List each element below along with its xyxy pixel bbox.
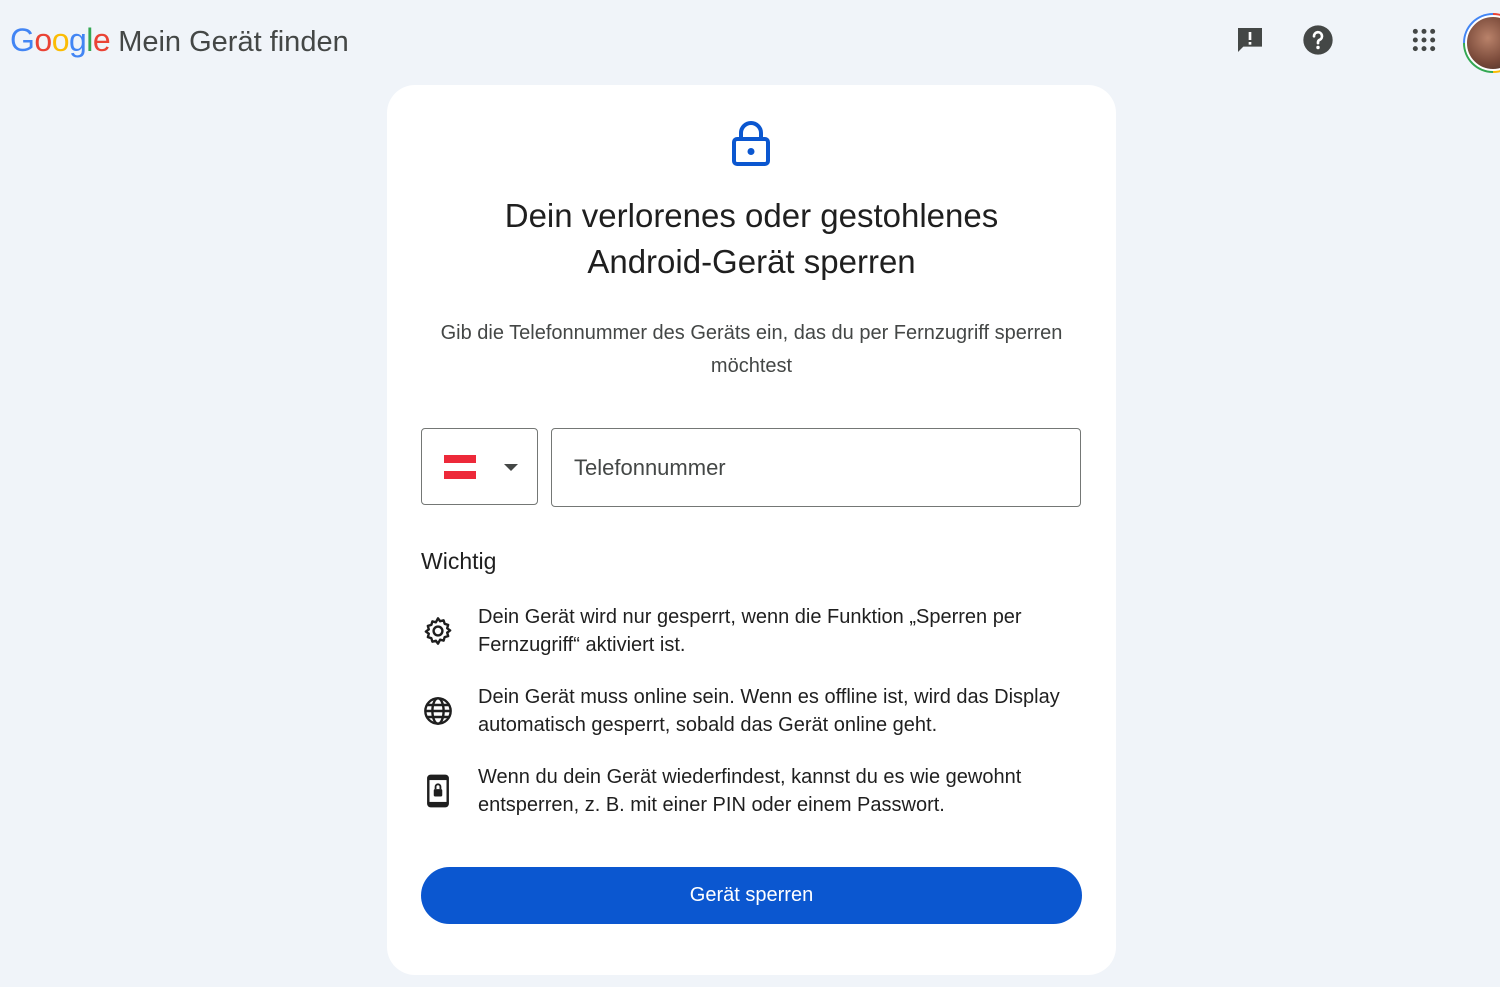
account-avatar[interactable] <box>1463 13 1500 73</box>
logo-letter: e <box>92 22 111 58</box>
apps-grid-icon <box>1412 28 1436 52</box>
logo-letter: g <box>68 22 87 58</box>
important-heading: Wichtig <box>421 548 497 574</box>
info-text: Dein Gerät muss online sein. Wenn es off… <box>478 686 1060 736</box>
lock-icon <box>732 121 770 166</box>
phone-lock-icon <box>421 774 455 808</box>
logo-letter: l <box>86 22 93 58</box>
lock-device-button[interactable]: Gerät sperren <box>421 867 1082 924</box>
logo-letter: o <box>34 22 52 58</box>
feedback-icon <box>1238 28 1262 52</box>
lock-device-card: Dein verlorenes oder gestohlenes Android… <box>387 85 1116 975</box>
phone-number-input[interactable] <box>551 428 1081 507</box>
product-name: Mein Gerät finden <box>118 26 349 58</box>
page-subtitle: Gib die Telefonnummer des Geräts ein, da… <box>440 322 1063 377</box>
help-icon <box>1303 25 1333 55</box>
chevron-down-icon <box>504 464 518 471</box>
title-line: Dein verlorenes oder gestohlenes <box>504 197 999 234</box>
page-title: Dein verlorenes oder gestohlenes Android… <box>447 193 1056 285</box>
apps-button[interactable] <box>1404 20 1444 60</box>
feedback-button[interactable] <box>1230 20 1270 60</box>
help-button[interactable] <box>1298 20 1338 60</box>
country-select[interactable] <box>421 428 538 505</box>
title-line: Android-Gerät sperren <box>587 243 916 280</box>
gear-icon <box>421 614 455 648</box>
info-item-online: Dein Gerät muss online sein. Wenn es off… <box>421 683 1061 739</box>
brand[interactable]: Google Mein Gerät finden <box>10 22 349 59</box>
logo-letter: G <box>10 22 35 58</box>
info-text: Dein Gerät wird nur gesperrt, wenn die F… <box>478 606 1022 656</box>
globe-icon <box>421 694 455 728</box>
austria-flag <box>444 455 476 479</box>
google-logo: Google <box>10 22 111 59</box>
app-header: Google Mein Gerät finden <box>0 0 1500 84</box>
info-item-unlock: Wenn du dein Gerät wiederfindest, kannst… <box>421 763 1061 819</box>
info-text: Wenn du dein Gerät wiederfindest, kannst… <box>478 766 1022 816</box>
logo-letter: o <box>51 22 70 58</box>
avatar-image <box>1465 15 1500 71</box>
info-item-remote-lock: Dein Gerät wird nur gesperrt, wenn die F… <box>421 603 1061 659</box>
